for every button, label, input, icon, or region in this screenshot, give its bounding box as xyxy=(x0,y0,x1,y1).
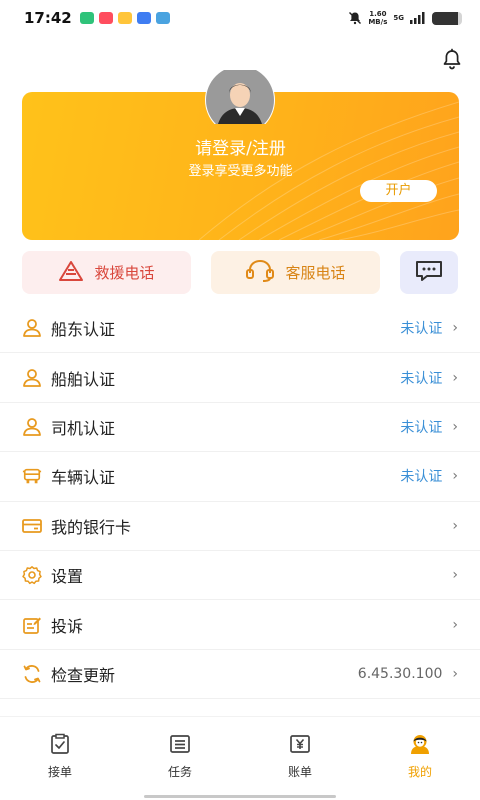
menu-label: 车辆认证 xyxy=(51,468,116,488)
bottom-tab-bar: 接单 任务 账单 我的 xyxy=(0,716,480,780)
bell-icon[interactable] xyxy=(440,48,464,72)
messages-button[interactable] xyxy=(400,251,458,294)
menu-status: 未认证 xyxy=(400,321,443,338)
chat-bubble-icon xyxy=(414,259,444,287)
notification-icons xyxy=(79,12,170,24)
menu-status: 未认证 xyxy=(400,469,443,486)
person-icon xyxy=(22,318,42,338)
map-app-icon xyxy=(155,12,170,24)
tab-label: 账单 xyxy=(287,765,312,779)
complaint-icon xyxy=(22,615,42,635)
rescue-phone-button[interactable]: 救援电话 xyxy=(22,251,191,294)
tab-label: 接单 xyxy=(47,765,72,779)
mute-bell-icon xyxy=(348,11,362,25)
tab-label: 我的 xyxy=(407,765,432,779)
version-number: 6.45.30.100 xyxy=(357,665,443,682)
menu-item-vehicle-cert[interactable]: 车辆认证 未认证 › xyxy=(0,452,480,502)
chevron-right-icon: › xyxy=(452,517,458,534)
headset-icon xyxy=(245,259,275,287)
chevron-right-icon: › xyxy=(452,468,458,485)
menu-label: 船舶认证 xyxy=(51,369,116,389)
customer-service-label: 客服电话 xyxy=(285,264,346,282)
tab-bills[interactable]: 账单 xyxy=(240,717,360,780)
clipboard-check-icon xyxy=(49,733,71,759)
chevron-right-icon: › xyxy=(452,567,458,584)
person-face-icon xyxy=(408,733,432,759)
chevron-right-icon: › xyxy=(452,320,458,337)
person-icon xyxy=(22,417,42,437)
network-type: 5G xyxy=(393,14,404,22)
video-app-icon xyxy=(98,12,113,24)
settings-menu: 船东认证 未认证 › 船舶认证 未认证 › 司机认证 未认证 › 车辆认证 未认… xyxy=(0,304,480,700)
net-speed-unit: MB/s xyxy=(368,18,388,26)
chevron-right-icon: › xyxy=(452,665,458,682)
refresh-icon xyxy=(22,664,42,684)
chevron-right-icon: › xyxy=(452,418,458,435)
battery-icon xyxy=(432,11,462,25)
open-account-button[interactable]: 开户 xyxy=(360,180,437,202)
tab-mine[interactable]: 我的 xyxy=(360,717,480,780)
menu-item-driver-cert[interactable]: 司机认证 未认证 › xyxy=(0,403,480,453)
gear-icon xyxy=(22,565,42,585)
menu-label: 船东认证 xyxy=(51,320,116,340)
list-icon xyxy=(169,733,191,759)
battery-level xyxy=(432,11,458,25)
menu-item-settings[interactable]: 设置 › xyxy=(0,551,480,601)
customer-service-button[interactable]: 客服电话 xyxy=(211,251,380,294)
tab-label: 任务 xyxy=(167,765,192,779)
warning-triangle-icon xyxy=(58,260,84,286)
menu-item-complaint[interactable]: 投诉 › xyxy=(0,600,480,650)
menu-item-vessel-cert[interactable]: 船舶认证 未认证 › xyxy=(0,353,480,403)
menu-status: 未认证 xyxy=(400,370,443,387)
chevron-right-icon: › xyxy=(452,369,458,386)
truck-icon xyxy=(22,466,42,486)
menu-label: 司机认证 xyxy=(51,418,116,438)
menu-label: 投诉 xyxy=(51,616,84,636)
menu-item-check-update[interactable]: 检查更新 6.45.30.100 › xyxy=(0,650,480,700)
person-icon xyxy=(22,368,42,388)
net-speed-value: 1.60 xyxy=(369,10,387,18)
rescue-phone-label: 救援电话 xyxy=(94,264,155,282)
home-indicator[interactable] xyxy=(144,795,336,798)
signal-icon xyxy=(410,12,426,24)
menu-item-shipowner-cert[interactable]: 船东认证 未认证 › xyxy=(0,304,480,354)
menu-status: 未认证 xyxy=(400,419,443,436)
menu-label: 设置 xyxy=(51,567,84,587)
bank-card-icon xyxy=(22,516,42,536)
menu-label: 我的银行卡 xyxy=(51,517,132,537)
yen-bill-icon xyxy=(289,733,311,759)
menu-item-bank-card[interactable]: 我的银行卡 › xyxy=(0,502,480,551)
status-bar: 17:42 1.60 MB/s 5G xyxy=(0,0,480,36)
avatar[interactable] xyxy=(204,65,276,135)
net-speed: 1.60 MB/s xyxy=(368,10,387,26)
doc-app-icon xyxy=(136,12,151,24)
tab-accept-orders[interactable]: 接单 xyxy=(0,717,120,780)
folder-app-icon xyxy=(117,12,132,24)
login-subtitle: 登录享受更多功能 xyxy=(188,164,293,179)
login-register-title[interactable]: 请登录/注册 xyxy=(22,134,459,159)
menu-label: 检查更新 xyxy=(51,665,116,685)
chat-app-icon xyxy=(79,12,94,24)
chevron-right-icon: › xyxy=(452,616,458,633)
status-time: 17:42 xyxy=(24,9,72,27)
tab-tasks[interactable]: 任务 xyxy=(120,717,240,780)
